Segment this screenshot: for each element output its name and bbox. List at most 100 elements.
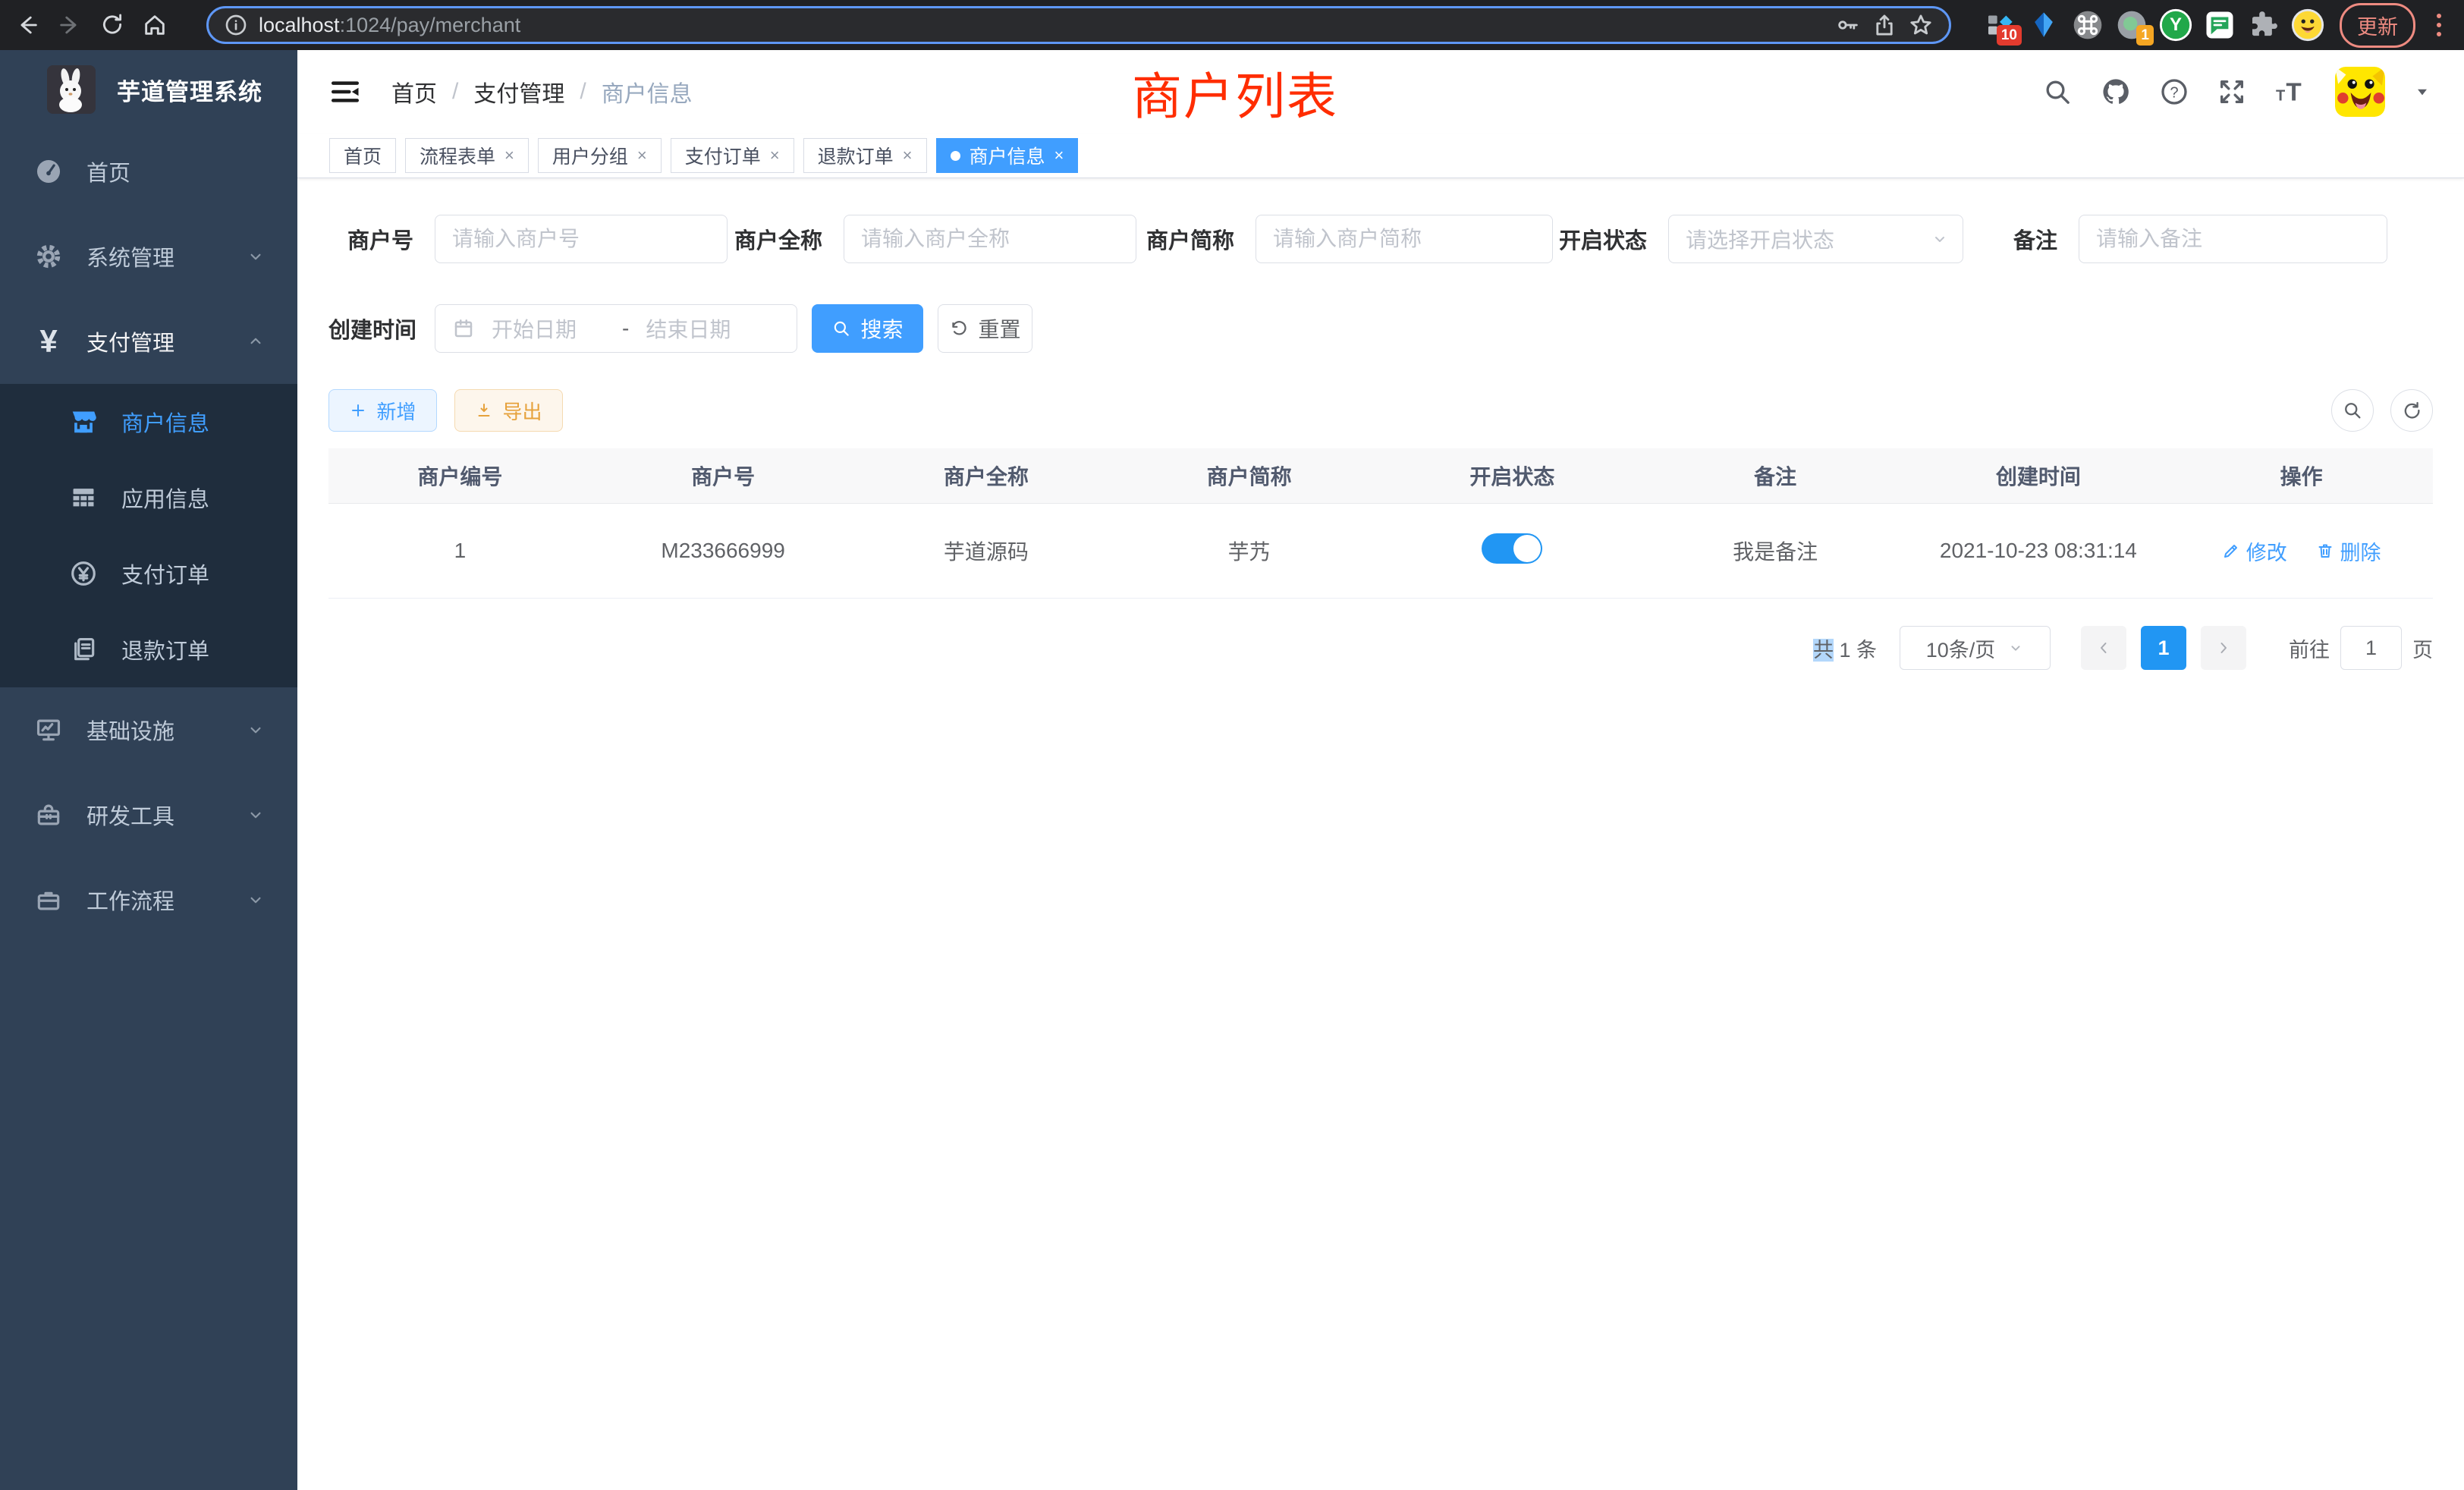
col-actions: 操作 xyxy=(2170,448,2433,504)
breadcrumb-payment[interactable]: 支付管理 xyxy=(473,75,564,108)
create-time-range-picker[interactable]: 开始日期 - 结束日期 xyxy=(435,304,797,353)
pager: 1 xyxy=(2081,626,2246,670)
browser-forward-button[interactable] xyxy=(52,7,88,43)
cell-merchant-no: M233666999 xyxy=(592,504,855,599)
page-size-select[interactable]: 10条/页 xyxy=(1900,626,2051,670)
search-icon[interactable] xyxy=(2042,77,2073,107)
sidebar-item-infrastructure[interactable]: 基础设施 xyxy=(0,687,297,772)
tab-pay-order[interactable]: 支付订单× xyxy=(671,138,794,173)
tab-user-group[interactable]: 用户分组× xyxy=(538,138,662,173)
goto-page-input[interactable] xyxy=(2340,626,2402,670)
fullscreen-icon[interactable] xyxy=(2217,77,2247,107)
close-icon[interactable]: × xyxy=(504,147,514,164)
table-toolbar: 新增 导出 xyxy=(328,389,2433,432)
user-avatar[interactable] xyxy=(2335,67,2385,117)
chrome-menu-icon[interactable] xyxy=(2428,14,2450,36)
documents-icon xyxy=(67,635,100,664)
site-info-icon[interactable] xyxy=(224,13,248,37)
col-merchant-short-name: 商户简称 xyxy=(1117,448,1381,504)
export-button[interactable]: 导出 xyxy=(454,389,563,432)
sidebar-item-dev-tools[interactable]: 研发工具 xyxy=(0,772,297,857)
page-1-button[interactable]: 1 xyxy=(2141,626,2186,670)
status-select[interactable]: 请选择开启状态 xyxy=(1668,215,1963,263)
caret-down-icon[interactable] xyxy=(2412,82,2432,102)
cell-remark: 我是备注 xyxy=(1644,504,1907,599)
target-extension-icon[interactable]: 1 xyxy=(2114,7,2150,43)
toolbox-icon xyxy=(32,800,65,829)
extensions-puzzle-icon[interactable] xyxy=(2246,7,2282,43)
font-size-icon[interactable]: TT xyxy=(2274,77,2308,107)
merchant-name-input[interactable] xyxy=(844,215,1136,263)
prev-page-button[interactable] xyxy=(2081,626,2126,670)
browser-back-button[interactable] xyxy=(9,7,46,43)
merchant-no-label: 商户号 xyxy=(328,223,435,255)
end-date-placeholder: 结束日期 xyxy=(646,313,759,344)
edit-link[interactable]: 修改 xyxy=(2222,536,2287,566)
col-create-time: 创建时间 xyxy=(1907,448,2170,504)
cell-merchant-id: 1 xyxy=(328,504,592,599)
sidebar-item-pay-order[interactable]: 支付订单 xyxy=(0,536,297,611)
app-logo[interactable]: 芋道管理系统 xyxy=(0,50,297,129)
search-button[interactable]: 搜索 xyxy=(812,304,923,353)
y-extension-icon[interactable]: Y xyxy=(2158,7,2194,43)
create-time-label: 创建时间 xyxy=(328,313,435,344)
tab-refund-order[interactable]: 退款订单× xyxy=(803,138,927,173)
share-icon[interactable] xyxy=(1872,12,1897,38)
logo-rabbit-image xyxy=(47,65,96,114)
shop-icon xyxy=(67,407,100,436)
browser-reload-button[interactable] xyxy=(94,7,130,43)
blocks-extension-icon[interactable]: 10 xyxy=(1982,7,2018,43)
sidebar-item-system[interactable]: 系统管理 xyxy=(0,214,297,299)
remark-input[interactable] xyxy=(2079,215,2387,263)
goto-label: 前往 xyxy=(2289,633,2330,663)
goto-page: 前往 页 xyxy=(2289,626,2433,670)
merchant-short-name-input[interactable] xyxy=(1256,215,1553,263)
close-icon[interactable]: × xyxy=(1054,147,1064,164)
sidebar-item-app-info[interactable]: 应用信息 xyxy=(0,460,297,536)
sidebar-item-label: 退款订单 xyxy=(121,633,209,665)
browser-home-button[interactable] xyxy=(137,7,173,43)
reset-button[interactable]: 重置 xyxy=(938,304,1032,353)
url-bar[interactable]: localhost:1024/pay/merchant xyxy=(206,6,1951,44)
password-key-icon[interactable] xyxy=(1835,12,1861,38)
profile-emoji-avatar[interactable] xyxy=(2290,7,2326,43)
yen-circle-icon xyxy=(67,559,100,588)
help-icon[interactable]: ? xyxy=(2159,77,2189,107)
command-extension-icon[interactable] xyxy=(2070,7,2106,43)
cell-actions: 修改 删除 xyxy=(2170,504,2433,599)
sidebar-item-merchant-info[interactable]: 商户信息 xyxy=(0,384,297,460)
sidebar-item-workflow[interactable]: 工作流程 xyxy=(0,857,297,942)
sidebar-item-payment[interactable]: ¥ 支付管理 xyxy=(0,299,297,384)
col-remark: 备注 xyxy=(1644,448,1907,504)
tags-view-bar: 首页 流程表单× 用户分组× 支付订单× 退款订单× 商户信息× xyxy=(297,134,2464,178)
chrome-update-button[interactable]: 更新 xyxy=(2340,3,2415,48)
app-title: 芋道管理系统 xyxy=(117,73,262,107)
breadcrumb-home[interactable]: 首页 xyxy=(391,75,437,108)
chat-extension-icon[interactable] xyxy=(2202,7,2238,43)
sidebar-collapse-icon[interactable] xyxy=(329,76,361,108)
close-icon[interactable]: × xyxy=(903,147,913,164)
refresh-button[interactable] xyxy=(2390,389,2433,432)
tab-process-form[interactable]: 流程表单× xyxy=(405,138,529,173)
page-content: 商户号 商户全称 商户简称 开启状态 请选择开启状态 备注 创建时间 xyxy=(297,178,2464,670)
sidebar-item-label: 商户信息 xyxy=(121,406,209,438)
close-icon[interactable]: × xyxy=(770,147,780,164)
sidebar-item-refund-order[interactable]: 退款订单 xyxy=(0,611,297,687)
tab-merchant-info[interactable]: 商户信息× xyxy=(936,138,1079,173)
next-page-button[interactable] xyxy=(2201,626,2246,670)
close-icon[interactable]: × xyxy=(637,147,647,164)
kite-extension-icon[interactable] xyxy=(2026,7,2062,43)
briefcase-icon xyxy=(32,885,65,914)
chevron-down-icon xyxy=(246,247,266,266)
tab-home[interactable]: 首页 xyxy=(329,138,396,173)
show-search-toggle-button[interactable] xyxy=(2331,389,2374,432)
status-toggle[interactable] xyxy=(1482,533,1542,564)
github-icon[interactable] xyxy=(2100,76,2132,108)
bookmark-star-icon[interactable] xyxy=(1908,12,1934,38)
add-button[interactable]: 新增 xyxy=(328,389,437,432)
delete-link[interactable]: 删除 xyxy=(2316,536,2381,566)
merchant-no-input[interactable] xyxy=(435,215,728,263)
sidebar-item-home[interactable]: 首页 xyxy=(0,129,297,214)
svg-text:T: T xyxy=(2276,88,2285,105)
yen-icon: ¥ xyxy=(32,325,65,357)
